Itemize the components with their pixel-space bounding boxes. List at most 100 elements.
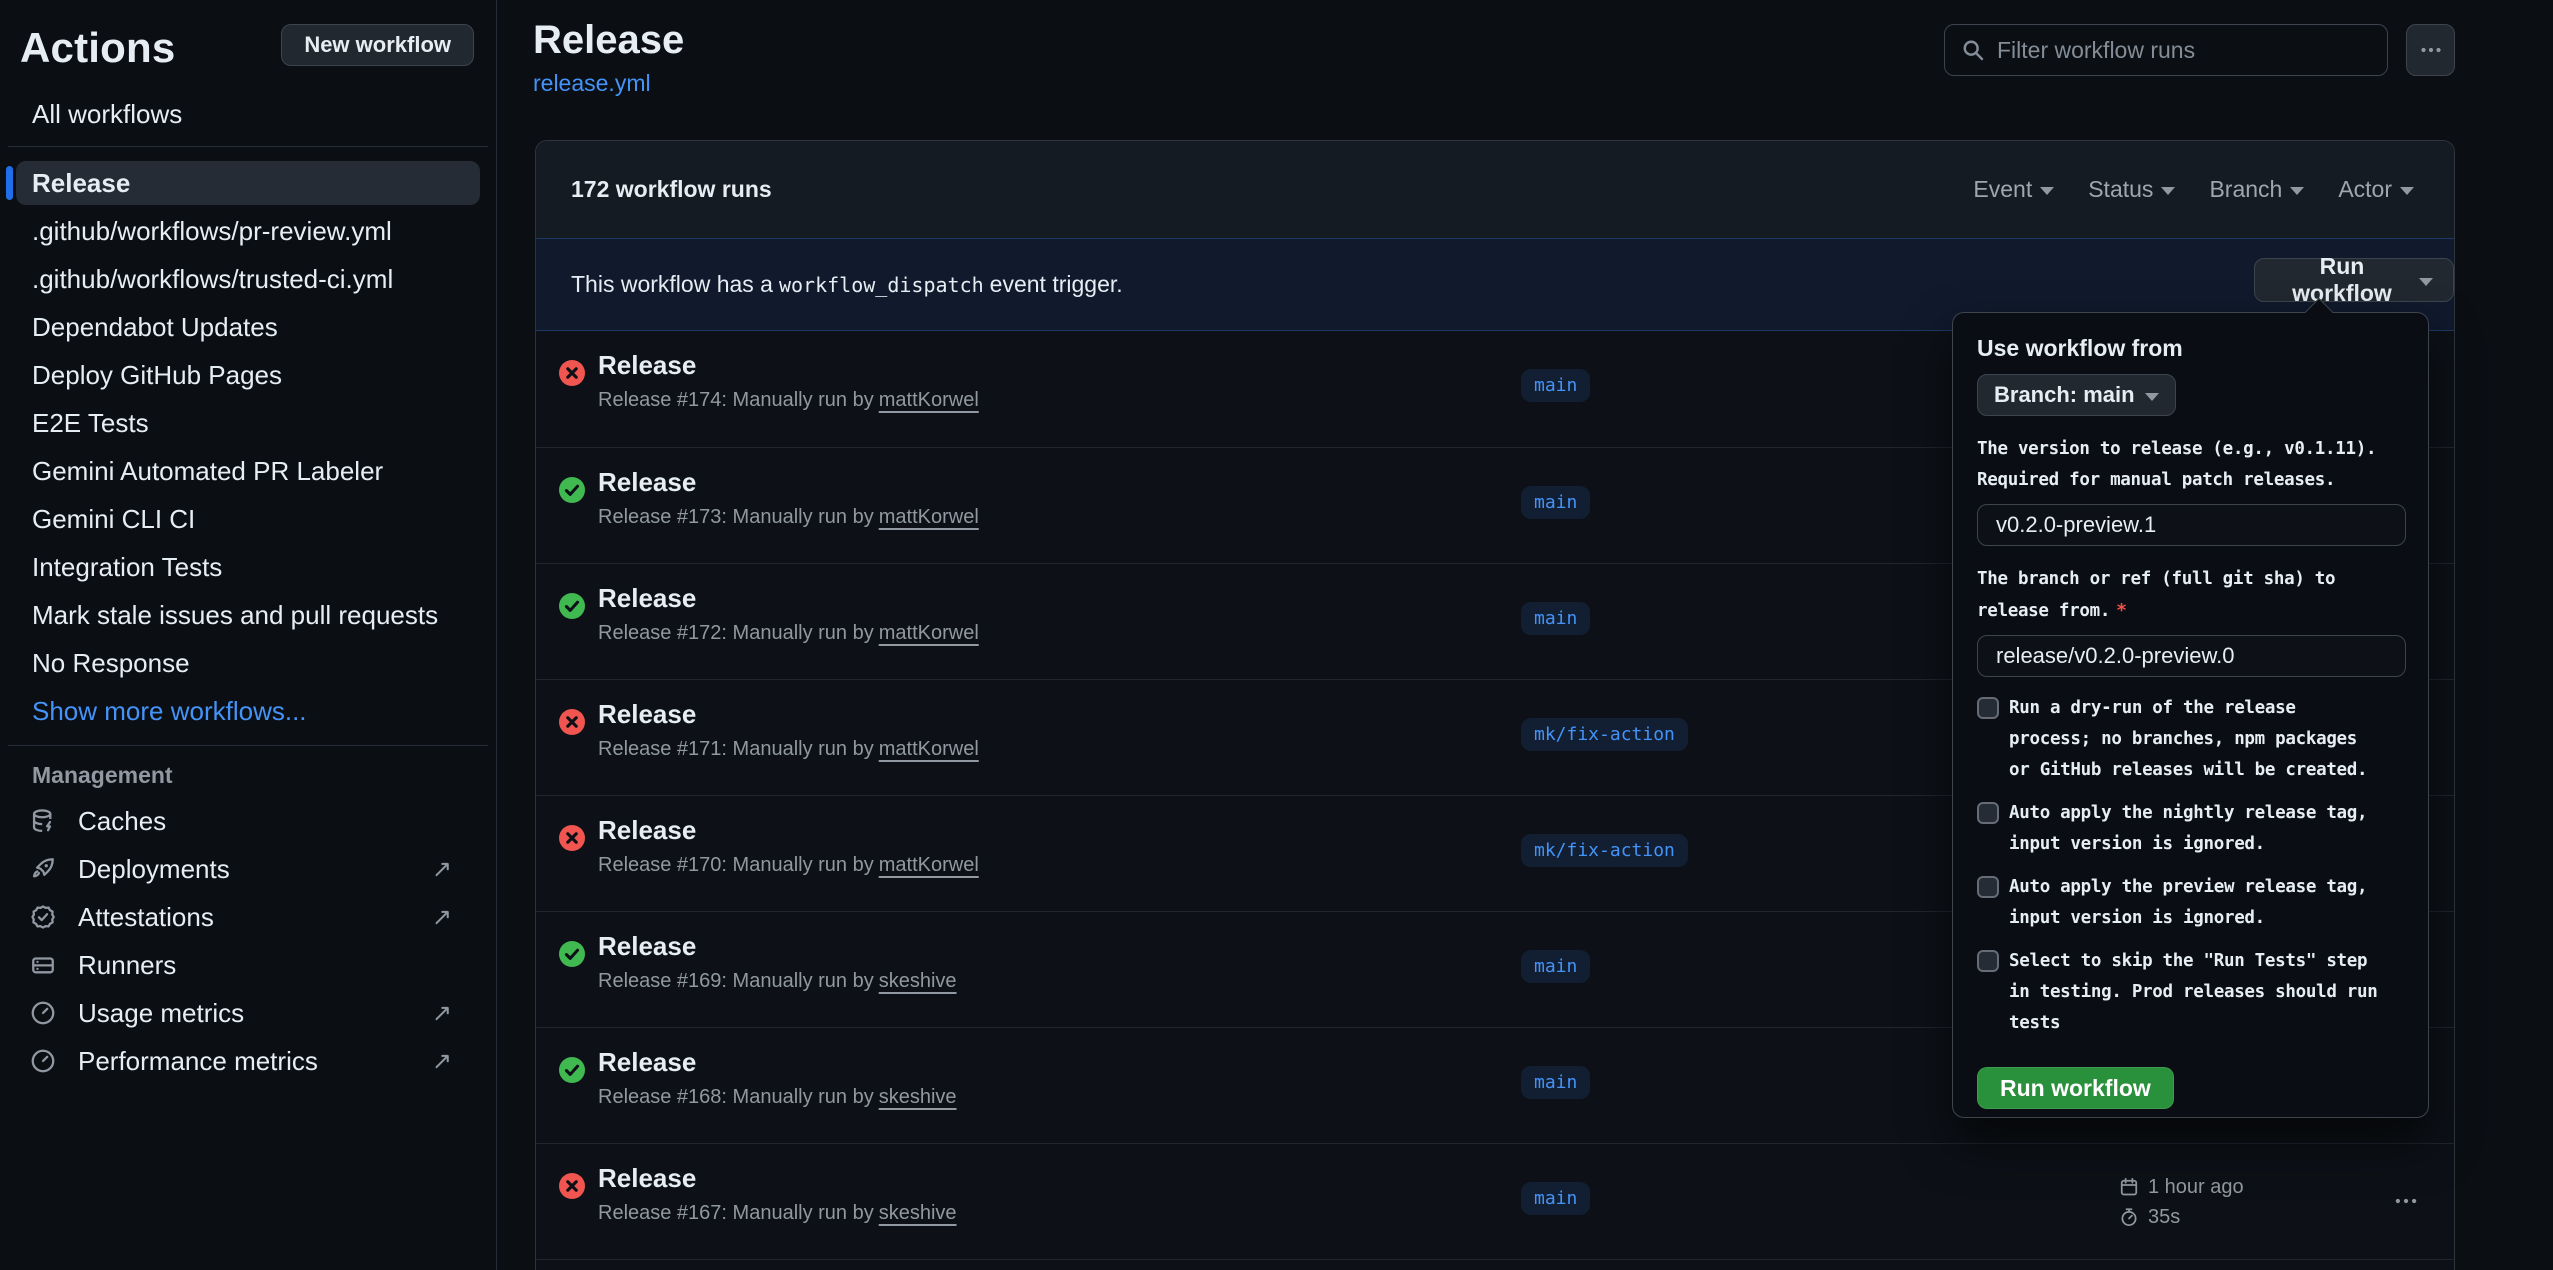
run-title-link[interactable]: Release: [598, 350, 696, 381]
external-link-icon: ↗: [432, 999, 452, 1028]
verified-badge-icon: [30, 904, 56, 930]
branch-badge[interactable]: main: [1521, 950, 1590, 983]
sidebar-workflow-item[interactable]: .github/workflows/pr-review.yml: [16, 209, 480, 253]
run-title-link[interactable]: Release: [598, 467, 696, 498]
sidebar-workflow-item[interactable]: Gemini Automated PR Labeler: [16, 449, 480, 493]
actor-link[interactable]: mattKorwel: [879, 738, 979, 760]
management-item[interactable]: Attestations ↗: [16, 895, 480, 939]
actor-link[interactable]: mattKorwel: [879, 389, 979, 411]
version-input[interactable]: [1977, 504, 2406, 546]
popup-checkbox-row[interactable]: Auto apply the nightly release tag, inpu…: [1977, 798, 2404, 860]
run-description-text: Release #170: Manually run by: [598, 854, 874, 876]
branch-select-button[interactable]: Branch: main: [1977, 374, 2176, 416]
ref-help-text-body: The branch or ref (full git sha) to rele…: [1977, 569, 2335, 621]
run-status-icon: [559, 360, 585, 386]
sidebar-title: Actions: [20, 24, 175, 72]
run-title-link[interactable]: Release: [598, 583, 696, 614]
actor-link[interactable]: skeshive: [879, 970, 957, 992]
branch-badge[interactable]: mk/fix-action: [1521, 718, 1688, 751]
sidebar-workflow-item[interactable]: Show more workflows...: [16, 689, 480, 733]
checkbox[interactable]: [1977, 697, 1999, 719]
branch-badge[interactable]: main: [1521, 1182, 1590, 1215]
checkbox[interactable]: [1977, 876, 1999, 898]
run-description-text: Release #172: Manually run by: [598, 622, 874, 644]
sidebar-workflow-item[interactable]: Deploy GitHub Pages: [16, 353, 480, 397]
run-description: Release #172: Manually run bymattKorwel: [598, 622, 979, 645]
run-title-link[interactable]: Release: [598, 815, 696, 846]
management-item[interactable]: Caches ↗: [16, 799, 480, 843]
sidebar-workflow-item[interactable]: Dependabot Updates: [16, 305, 480, 349]
actor-link[interactable]: skeshive: [879, 1086, 957, 1108]
run-time-ago: 1 hour ago: [2148, 1176, 2244, 1199]
popup-heading: Use workflow from: [1977, 335, 2404, 362]
chevron-down-icon: [2161, 187, 2175, 195]
sidebar-workflow-item[interactable]: Release: [16, 161, 480, 205]
run-description-text: Release #168: Manually run by: [598, 1086, 874, 1108]
filter-workflow-runs-input[interactable]: [1997, 37, 2371, 64]
popup-checkbox-row[interactable]: Run a dry-run of the release process; no…: [1977, 693, 2404, 786]
actor-link[interactable]: skeshive: [879, 1202, 957, 1224]
runs-filter-label: Branch: [2209, 176, 2282, 203]
sidebar-item-all-workflows[interactable]: All workflows: [16, 94, 480, 134]
management-item[interactable]: Performance metrics ↗: [16, 1039, 480, 1083]
run-description: Release #173: Manually run bymattKorwel: [598, 506, 979, 529]
new-workflow-button[interactable]: New workflow: [281, 24, 474, 66]
actor-link[interactable]: mattKorwel: [879, 854, 979, 876]
branch-badge[interactable]: main: [1521, 1066, 1590, 1099]
sidebar-workflow-item[interactable]: E2E Tests: [16, 401, 480, 445]
run-title-link[interactable]: Release: [598, 1047, 696, 1078]
runs-filter-dropdown[interactable]: Branch: [2209, 176, 2304, 203]
actor-link[interactable]: mattKorwel: [879, 506, 979, 528]
run-workflow-dropdown-button[interactable]: Run workflow: [2254, 258, 2454, 302]
run-title-link[interactable]: Release: [598, 699, 696, 730]
sidebar-workflow-item[interactable]: Gemini CLI CI: [16, 497, 480, 541]
chevron-down-icon: [2419, 278, 2433, 286]
sidebar-workflow-item[interactable]: No Response: [16, 641, 480, 685]
workflow-options-kebab-button[interactable]: [2406, 24, 2455, 76]
actions-sidebar: Actions New workflow All workflows Relea…: [0, 0, 497, 1270]
sidebar-workflow-item[interactable]: .github/workflows/trusted-ci.yml: [16, 257, 480, 301]
x-circle-fill-icon: [559, 360, 585, 386]
run-description: Release #174: Manually run bymattKorwel: [598, 389, 979, 412]
actor-link[interactable]: mattKorwel: [879, 622, 979, 644]
banner-text: This workflow has aworkflow_dispatcheven…: [571, 271, 1123, 298]
run-title-link[interactable]: Release: [598, 931, 696, 962]
runs-filter-dropdown[interactable]: Status: [2088, 176, 2175, 203]
management-item[interactable]: Usage metrics ↗: [16, 991, 480, 1035]
checkbox[interactable]: [1977, 950, 1999, 972]
rocket-icon: [30, 856, 56, 882]
ref-input[interactable]: [1977, 635, 2406, 677]
kebab-horizontal-icon: [2419, 38, 2443, 62]
run-description-text: Release #167: Manually run by: [598, 1202, 874, 1224]
management-item-icon: [30, 1000, 56, 1026]
branch-badge[interactable]: mk/fix-action: [1521, 834, 1688, 867]
x-circle-fill-icon: [559, 1173, 585, 1199]
workflow-file-link[interactable]: release.yml: [533, 70, 651, 97]
runs-filter-dropdown[interactable]: Event: [1973, 176, 2054, 203]
sidebar-workflow-item[interactable]: Integration Tests: [16, 545, 480, 589]
run-title-link[interactable]: Release: [598, 1163, 696, 1194]
chevron-down-icon: [2145, 393, 2159, 401]
calendar-icon: [2119, 1177, 2139, 1197]
sidebar-workflow-label: E2E Tests: [32, 408, 149, 439]
management-item-label: Usage metrics: [78, 998, 244, 1029]
sidebar-workflow-item[interactable]: Mark stale issues and pull requests: [16, 593, 480, 637]
sidebar-workflow-label: Integration Tests: [32, 552, 222, 583]
runs-filter-dropdown[interactable]: Actor: [2338, 176, 2414, 203]
management-item[interactable]: Deployments ↗: [16, 847, 480, 891]
branch-badge[interactable]: main: [1521, 602, 1590, 635]
run-description: Release #170: Manually run bymattKorwel: [598, 854, 979, 877]
management-item[interactable]: Runners ↗: [16, 943, 480, 987]
workflow-list: Release .github/workflows/pr-review.yml …: [0, 161, 496, 733]
checkbox[interactable]: [1977, 802, 1999, 824]
branch-badge[interactable]: main: [1521, 369, 1590, 402]
checkbox-label: Auto apply the nightly release tag, inpu…: [2009, 798, 2367, 860]
run-workflow-submit-button[interactable]: Run workflow: [1977, 1067, 2174, 1109]
popup-checkbox-row[interactable]: Select to skip the "Run Tests" step in t…: [1977, 946, 2404, 1039]
search-icon: [1961, 38, 1985, 62]
sidebar-workflow-label: No Response: [32, 648, 190, 679]
branch-badge[interactable]: main: [1521, 486, 1590, 519]
popup-checkbox-row[interactable]: Auto apply the preview release tag, inpu…: [1977, 872, 2404, 934]
run-kebab-button[interactable]: [2384, 1186, 2428, 1216]
checkbox-label: Run a dry-run of the release process; no…: [2009, 693, 2367, 786]
